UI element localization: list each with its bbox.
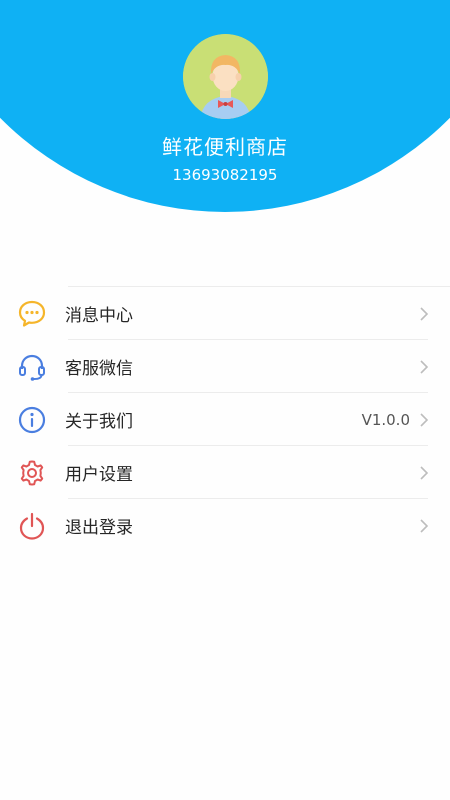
menu-item-logout[interactable]: 退出登录 <box>0 498 450 552</box>
phone-number: 13693082195 <box>172 166 278 184</box>
menu-label-user-settings: 用户设置 <box>65 465 133 485</box>
chevron-right-icon <box>420 465 429 480</box>
menu-label-about-us: 关于我们 <box>65 412 133 432</box>
menu-label-customer-service: 客服微信 <box>65 359 133 379</box>
menu-item-customer-service[interactable]: 客服微信 <box>0 339 450 393</box>
menu-item-message-center[interactable]: 消息中心 <box>0 287 450 340</box>
menu-label-message-center: 消息中心 <box>65 306 133 326</box>
chevron-right-icon <box>420 359 429 374</box>
avatar[interactable] <box>183 34 268 119</box>
settings-menu: 消息中心 客服微信 关于我们 V1.0.0 用户设置 退出登录 <box>0 286 450 552</box>
shop-name: 鲜花便利商店 <box>162 135 288 159</box>
chevron-right-icon <box>420 412 429 427</box>
menu-item-about-us[interactable]: 关于我们 V1.0.0 <box>0 392 450 446</box>
profile-page: 鲜花便利商店 13693082195 消息中心 客服微信 关于我们 V1.0.0… <box>0 0 450 800</box>
gear-icon <box>20 460 44 485</box>
menu-item-user-settings[interactable]: 用户设置 <box>0 445 450 499</box>
app-version: V1.0.0 <box>361 410 410 429</box>
avatar-icon <box>183 34 268 119</box>
chevron-right-icon <box>420 518 429 533</box>
chevron-right-icon <box>420 306 429 321</box>
headset-icon <box>19 354 45 381</box>
power-icon <box>19 512 45 540</box>
info-icon <box>18 406 46 433</box>
menu-label-logout: 退出登录 <box>65 518 133 538</box>
message-icon <box>18 300 46 327</box>
